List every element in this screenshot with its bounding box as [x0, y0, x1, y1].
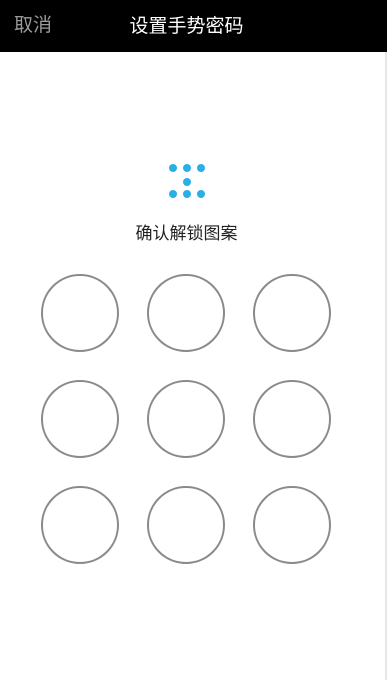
pattern-node-5[interactable]	[147, 380, 225, 458]
preview-dot	[169, 190, 177, 198]
pattern-node-8[interactable]	[147, 486, 225, 564]
pattern-node-4[interactable]	[41, 380, 119, 458]
pattern-node-6[interactable]	[253, 380, 331, 458]
preview-dot	[183, 178, 191, 186]
top-bar: 取消 设置手势密码	[0, 0, 387, 52]
pattern-node-9[interactable]	[253, 486, 331, 564]
pattern-preview-icon	[166, 161, 208, 201]
preview-dot	[197, 164, 205, 172]
page-title: 设置手势密码	[129, 15, 244, 37]
instruction-text: 确认解锁图案	[135, 224, 238, 244]
pattern-node-3[interactable]	[253, 274, 331, 352]
preview-dot	[197, 190, 205, 198]
pattern-node-7[interactable]	[41, 486, 119, 564]
preview-dot	[183, 164, 191, 172]
pattern-node-2[interactable]	[147, 274, 225, 352]
preview-dot	[169, 164, 177, 172]
gesture-setup-screen: 取消 设置手势密码 确认解锁图案	[0, 0, 387, 680]
pattern-node-1[interactable]	[41, 274, 119, 352]
preview-dot	[183, 190, 191, 198]
